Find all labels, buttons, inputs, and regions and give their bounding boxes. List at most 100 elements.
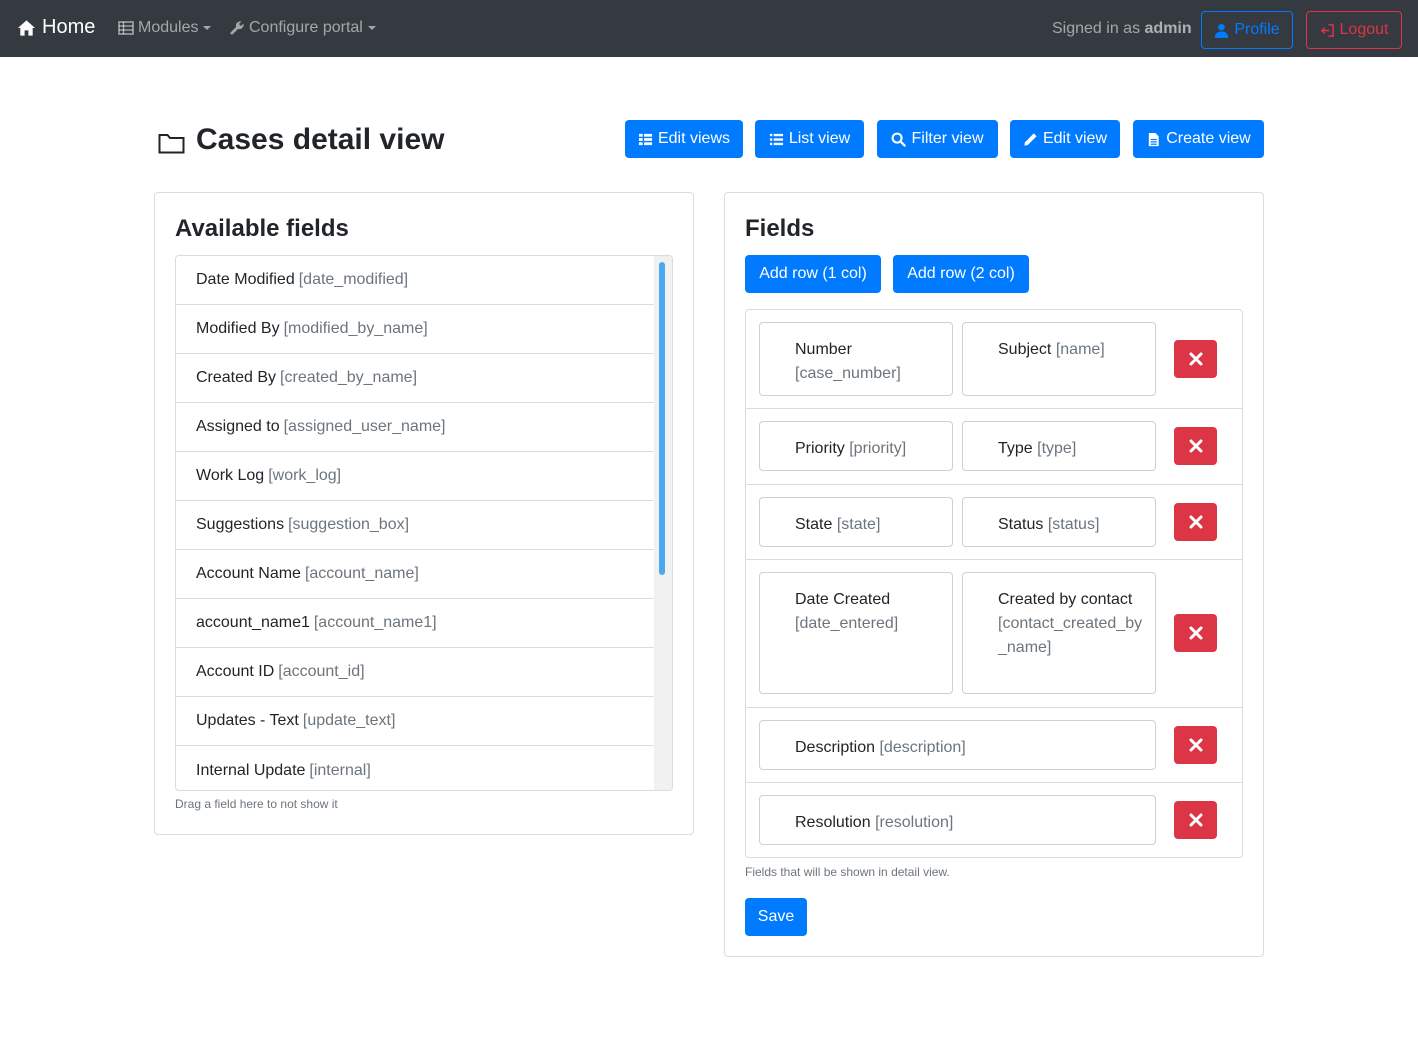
field-row[interactable]: State [state] Status [status] — [746, 485, 1242, 560]
field-cell[interactable]: Status [status] — [962, 497, 1156, 547]
field-cell[interactable]: State [state] — [759, 497, 953, 547]
chevron-down-icon — [367, 26, 376, 30]
list-icon — [769, 133, 783, 145]
delete-row-button[interactable] — [1174, 340, 1217, 378]
field-row[interactable]: Date Created [date_entered] Created by co… — [746, 560, 1242, 708]
field-label: Subject — [998, 341, 1052, 358]
field-label: Account ID — [196, 663, 275, 680]
field-label: Internal Update — [196, 762, 306, 779]
profile-label: Profile — [1234, 21, 1280, 38]
fields-heading: Fields — [745, 215, 815, 242]
field-key: [account_id] — [278, 663, 365, 680]
home-icon — [17, 19, 36, 36]
field-key: [type] — [1037, 440, 1077, 457]
field-cell[interactable]: Description [description] — [759, 720, 1156, 770]
field-label: Date Created — [795, 591, 891, 608]
available-fields-list[interactable]: Date Modified [date_modified] Modified By… — [175, 255, 673, 791]
field-key: [status] — [1047, 516, 1100, 533]
list-item[interactable]: Updates - Text [update_text] — [176, 697, 654, 746]
fields-help-text: Fields that will be shown in detail view… — [745, 865, 950, 879]
list-item[interactable]: Work Log [work_log] — [176, 452, 654, 501]
th-list-icon — [638, 133, 653, 145]
field-label: Modified By — [196, 320, 280, 337]
field-label: Suggestions — [196, 516, 285, 533]
modules-label: Modules — [138, 19, 199, 36]
field-cell[interactable]: Priority [priority] — [759, 421, 953, 471]
list-item[interactable]: Account ID [account_id] — [176, 648, 654, 697]
available-fields-heading: Available fields — [175, 215, 349, 242]
list-item[interactable]: Created By [created_by_name] — [176, 354, 654, 403]
add-row-1col-button[interactable]: Add row (1 col) — [745, 255, 881, 293]
list-view-button[interactable]: List view — [755, 120, 864, 158]
close-icon — [1189, 626, 1202, 640]
field-key: [update_text] — [302, 712, 396, 729]
field-label: Priority — [795, 440, 845, 457]
edit-views-button[interactable]: Edit views — [625, 120, 743, 158]
field-cell[interactable]: Subject [name] — [962, 322, 1156, 396]
filter-view-button[interactable]: Filter view — [877, 120, 998, 158]
save-button[interactable]: Save — [745, 898, 807, 936]
modules-menu[interactable]: Modules — [118, 19, 212, 37]
field-label: account_name1 — [196, 614, 310, 631]
close-icon — [1189, 439, 1202, 453]
create-view-button[interactable]: Create view — [1133, 120, 1264, 158]
list-item[interactable]: Account Name [account_name] — [176, 550, 654, 599]
field-row[interactable]: Resolution [resolution] — [746, 783, 1242, 857]
field-cell[interactable]: Created by contact [contact_created_by_na… — [962, 572, 1156, 694]
logout-label: Logout — [1339, 21, 1389, 38]
field-key: [date_modified] — [298, 271, 409, 288]
delete-row-button[interactable] — [1174, 427, 1217, 465]
field-key: [created_by_name] — [280, 369, 418, 386]
user-icon — [1215, 23, 1229, 38]
field-key: [state] — [836, 516, 881, 533]
list-item[interactable]: Assigned to [assigned_user_name] — [176, 403, 654, 452]
field-row[interactable]: Priority [priority] Type [type] — [746, 409, 1242, 485]
list-item[interactable]: Internal Update [internal] — [176, 747, 654, 790]
delete-row-button[interactable] — [1174, 614, 1217, 652]
field-label: Account Name — [196, 565, 301, 582]
folder-icon — [158, 134, 185, 154]
profile-button[interactable]: Profile — [1201, 11, 1293, 49]
list-item[interactable]: Suggestions [suggestion_box] — [176, 501, 654, 550]
field-label: Description — [795, 739, 876, 756]
field-label: Created by contact — [998, 591, 1133, 608]
list-item[interactable]: Modified By [modified_by_name] — [176, 305, 654, 354]
page-title: Cases detail view — [158, 123, 444, 157]
field-rows[interactable]: Number [case_number] Subject [name] Prior… — [745, 309, 1243, 858]
close-icon — [1189, 515, 1202, 529]
delete-row-button[interactable] — [1174, 801, 1217, 839]
field-key: [account_name1] — [313, 614, 437, 631]
wrench-icon — [230, 21, 244, 35]
list-item[interactable]: account_name1 [account_name1] — [176, 599, 654, 648]
field-cell[interactable]: Resolution [resolution] — [759, 795, 1156, 845]
configure-portal-menu[interactable]: Configure portal — [229, 19, 376, 37]
field-cell[interactable]: Date Created [date_entered] — [759, 572, 953, 694]
close-icon — [1189, 352, 1202, 366]
field-key: [contact_created_by_name] — [998, 615, 1143, 656]
field-key: [date_entered] — [795, 615, 899, 632]
field-key: [assigned_user_name] — [283, 418, 446, 435]
signed-in-text: Signed in as admin — [1052, 20, 1192, 38]
page-title-text: Cases detail view — [196, 123, 445, 156]
field-row[interactable]: Number [case_number] Subject [name] — [746, 310, 1242, 409]
field-key: [resolution] — [875, 814, 954, 831]
logout-button[interactable]: Logout — [1306, 11, 1402, 49]
scrollbar[interactable] — [654, 256, 672, 790]
list-item[interactable]: Date Modified [date_modified] — [176, 256, 654, 305]
configure-portal-label: Configure portal — [249, 19, 363, 36]
delete-row-button[interactable] — [1174, 726, 1217, 764]
field-row[interactable]: Description [description] — [746, 708, 1242, 783]
field-key: [suggestion_box] — [288, 516, 410, 533]
home-link[interactable]: Home — [17, 16, 95, 39]
field-cell[interactable]: Number [case_number] — [759, 322, 953, 396]
field-key: [priority] — [849, 440, 907, 457]
delete-row-button[interactable] — [1174, 503, 1217, 541]
table-icon — [118, 21, 134, 35]
add-row-2col-button[interactable]: Add row (2 col) — [893, 255, 1029, 293]
edit-view-button[interactable]: Edit view — [1010, 120, 1120, 158]
close-icon — [1189, 738, 1202, 752]
filter-view-label: Filter view — [911, 130, 984, 147]
list-view-label: List view — [788, 130, 851, 147]
field-cell[interactable]: Type [type] — [962, 421, 1156, 471]
scrollbar-thumb[interactable] — [659, 262, 665, 575]
